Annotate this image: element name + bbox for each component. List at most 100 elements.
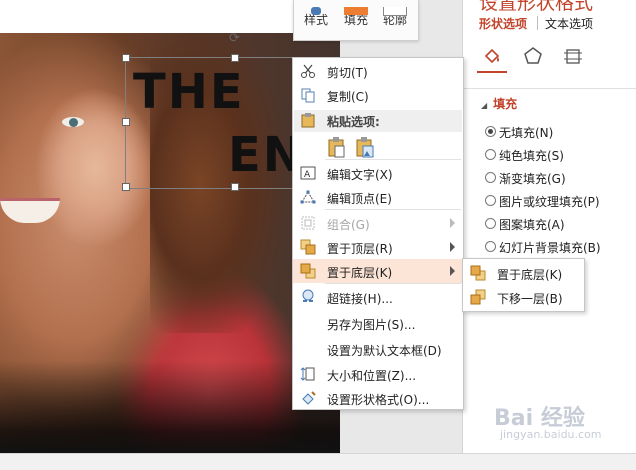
menu-label: 大小和位置(Z)... bbox=[327, 369, 417, 383]
size-position-icon bbox=[300, 366, 316, 382]
mini-toolbar: 样式 填充 轮廓 bbox=[293, 0, 419, 41]
outline-icon bbox=[383, 7, 407, 16]
baidu-watermark: Bai 经验 jingyan.baidu.com bbox=[470, 398, 630, 444]
fill-line-icon[interactable] bbox=[481, 44, 505, 68]
fill-option-solid[interactable]: 纯色填充(S) bbox=[485, 147, 564, 164]
menu-item-group[interactable]: 组合(G) bbox=[293, 211, 463, 235]
menu-label: 设置为默认文本框(D) bbox=[327, 344, 442, 358]
menu-item-cut[interactable]: 剪切(T) bbox=[293, 59, 463, 83]
fill-option-label: 图片或纹理填充(P) bbox=[499, 195, 600, 209]
fill-option-gradient[interactable]: 渐变填充(G) bbox=[485, 170, 566, 187]
menu-separator bbox=[325, 283, 461, 284]
menu-item-hyperlink[interactable]: 超链接(H)... bbox=[293, 285, 463, 309]
fill-option-label: 图案填充(A) bbox=[499, 218, 565, 232]
menu-label: 置于顶层(R) bbox=[327, 242, 393, 256]
wordart-line-1[interactable]: THE bbox=[133, 64, 245, 120]
menu-label: 置于底层(K) bbox=[497, 268, 563, 282]
fill-option-pattern[interactable]: 图案填充(A) bbox=[485, 216, 565, 233]
size-properties-icon[interactable] bbox=[561, 44, 585, 68]
style-icon bbox=[311, 7, 321, 15]
menu-label: 下移一层(B) bbox=[497, 292, 563, 306]
fill-section-header[interactable]: ◢ 填充 bbox=[481, 95, 517, 112]
menu-separator bbox=[325, 159, 461, 160]
menu-label: 编辑文字(X) bbox=[327, 168, 393, 182]
tab-shape-options[interactable]: 形状选项 bbox=[479, 15, 527, 32]
menu-separator bbox=[325, 209, 461, 210]
radio[interactable] bbox=[485, 218, 496, 229]
edit-points-icon bbox=[300, 189, 316, 205]
menu-label: 置于底层(K) bbox=[327, 266, 393, 280]
menu-item-format-shape[interactable]: 设置形状格式(O)... bbox=[293, 386, 463, 410]
menu-label: 组合(G) bbox=[327, 218, 370, 232]
menu-item-send-to-back[interactable]: 置于底层(K) bbox=[293, 259, 463, 283]
fill-option-no-fill[interactable]: 无填充(N) bbox=[485, 124, 554, 141]
paste-keep-source-icon[interactable] bbox=[327, 136, 347, 161]
menu-label: 编辑顶点(E) bbox=[327, 192, 392, 206]
send-to-back-icon bbox=[300, 263, 316, 279]
fill-option-slide-background[interactable]: 幻灯片背景填充(B) bbox=[485, 239, 601, 256]
menu-item-size-position[interactable]: 大小和位置(Z)... bbox=[293, 362, 463, 386]
resize-handle[interactable] bbox=[231, 54, 239, 62]
style-label: 样式 bbox=[303, 13, 328, 27]
submenu-arrow-icon bbox=[450, 242, 455, 252]
submenu-item-send-backward[interactable]: 下移一层(B) bbox=[463, 285, 584, 309]
fill-option-picture-texture[interactable]: 图片或纹理填充(P) bbox=[485, 193, 600, 210]
format-shape-pane: 设置形状格式 形状选项 文本选项 ◢ 填充 无填充(N) 纯色填充(S) 渐变填充… bbox=[462, 0, 636, 453]
menu-item-set-default-textbox[interactable]: 设置为默认文本框(D) bbox=[293, 337, 463, 361]
send-to-back-submenu: 置于底层(K) 下移一层(B) bbox=[462, 258, 585, 312]
menu-item-edit-points[interactable]: 编辑顶点(E) bbox=[293, 185, 463, 209]
menu-label: 剪切(T) bbox=[327, 66, 368, 80]
fill-option-label: 幻灯片背景填充(B) bbox=[499, 241, 601, 255]
fill-section-label: 填充 bbox=[493, 97, 518, 111]
resize-handle[interactable] bbox=[122, 54, 130, 62]
context-menu: 剪切(T) 复制(C) 粘贴选项: A 编辑文字(X) 编辑顶点(E) 组合(G… bbox=[292, 57, 464, 410]
menu-item-edit-text[interactable]: A 编辑文字(X) bbox=[293, 161, 463, 185]
send-to-back-icon bbox=[470, 265, 486, 281]
send-backward-icon bbox=[470, 289, 486, 305]
menu-item-paste-options: 粘贴选项: bbox=[293, 108, 463, 132]
collapse-triangle-icon: ◢ bbox=[481, 101, 488, 110]
submenu-arrow-icon bbox=[450, 218, 455, 228]
outline-button[interactable]: 轮廓 bbox=[376, 7, 414, 28]
photo-eye bbox=[62, 117, 84, 127]
menu-item-save-as-picture[interactable]: 另存为图片(S)... bbox=[293, 311, 463, 335]
status-bar bbox=[0, 453, 636, 470]
edit-text-icon: A bbox=[300, 165, 316, 181]
fill-label: 填充 bbox=[343, 13, 368, 27]
radio[interactable] bbox=[485, 149, 496, 160]
resize-handle[interactable] bbox=[122, 118, 130, 126]
group-icon bbox=[300, 215, 316, 231]
menu-label: 另存为图片(S)... bbox=[327, 318, 416, 332]
rotate-handle-icon[interactable]: ⟳ bbox=[229, 31, 240, 46]
menu-label: 设置形状格式(O)... bbox=[327, 393, 430, 407]
section-divider bbox=[463, 88, 636, 89]
paste-as-picture-icon[interactable] bbox=[355, 136, 375, 161]
fill-option-label: 纯色填充(S) bbox=[499, 149, 564, 163]
radio-selected[interactable] bbox=[485, 126, 496, 137]
pane-title: 设置形状格式 bbox=[479, 0, 594, 14]
submenu-item-send-to-back[interactable]: 置于底层(K) bbox=[463, 261, 584, 285]
radio[interactable] bbox=[485, 195, 496, 206]
fill-color-icon bbox=[344, 7, 368, 15]
copy-icon bbox=[300, 87, 316, 103]
format-shape-icon bbox=[300, 390, 316, 406]
menu-label: 超链接(H)... bbox=[327, 292, 393, 306]
slide-canvas[interactable]: THE EN ⟳ bbox=[0, 0, 340, 453]
resize-handle[interactable] bbox=[122, 183, 130, 191]
tab-text-options[interactable]: 文本选项 bbox=[545, 15, 593, 32]
submenu-arrow-icon bbox=[450, 266, 455, 276]
fill-button[interactable]: 填充 bbox=[337, 7, 375, 28]
fill-option-label: 渐变填充(G) bbox=[499, 172, 566, 186]
active-icon-underline bbox=[477, 71, 507, 73]
bring-to-front-icon bbox=[300, 239, 316, 255]
menu-item-bring-to-front[interactable]: 置于顶层(R) bbox=[293, 235, 463, 259]
tab-divider bbox=[537, 16, 538, 30]
radio[interactable] bbox=[485, 172, 496, 183]
resize-handle[interactable] bbox=[231, 183, 239, 191]
hyperlink-icon bbox=[300, 289, 316, 305]
radio[interactable] bbox=[485, 241, 496, 252]
fill-option-label: 无填充(N) bbox=[499, 126, 554, 140]
style-button[interactable]: 样式 bbox=[297, 7, 335, 28]
effects-pentagon-icon[interactable] bbox=[521, 44, 545, 68]
menu-item-copy[interactable]: 复制(C) bbox=[293, 83, 463, 107]
